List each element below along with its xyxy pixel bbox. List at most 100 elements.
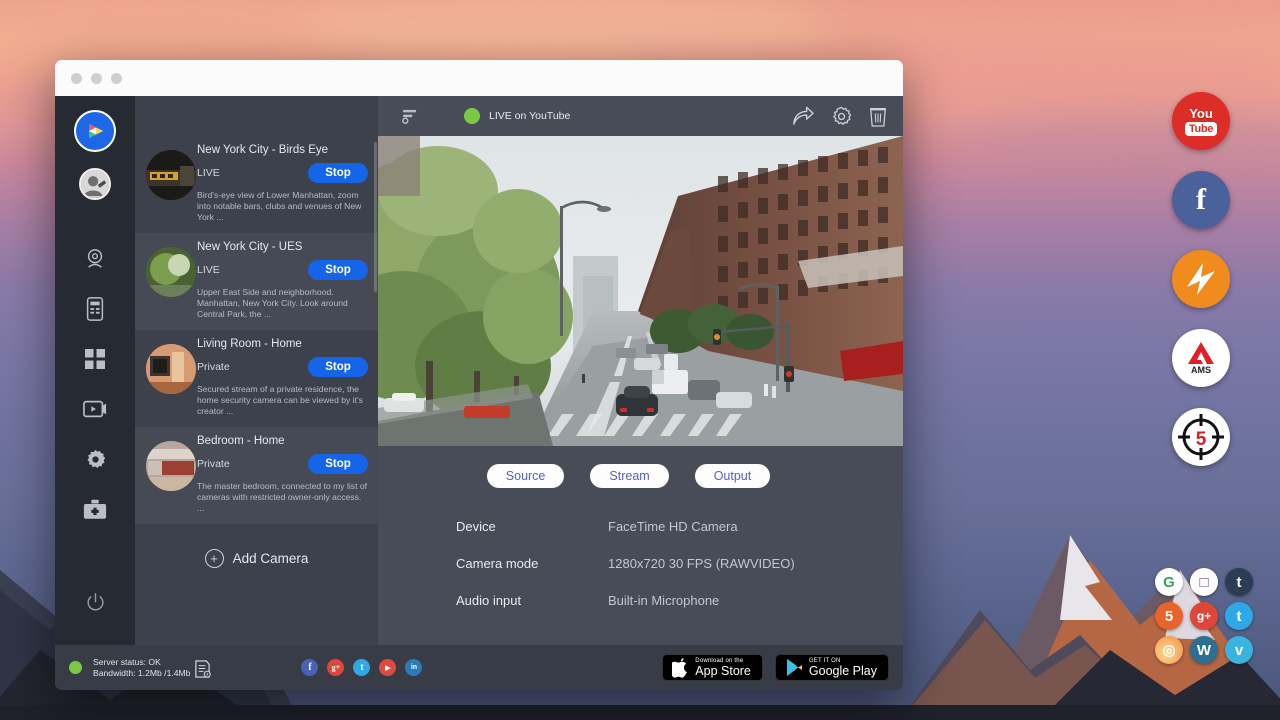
social-youtube[interactable]: ▶ [379, 659, 396, 676]
desktop-grid-icon-gumroad[interactable]: G [1155, 568, 1183, 596]
sidebar-item-player[interactable] [75, 384, 115, 434]
google-plus-glyph: g+ [332, 663, 341, 672]
camera-action-button[interactable]: Stop [308, 357, 368, 377]
sidebar-item-cameras[interactable] [75, 234, 115, 284]
app-store-badge[interactable]: Download on the App Store [662, 654, 763, 681]
status-bar: Server status: OK Bandwidth: 1.2Mb /1.4M… [55, 645, 903, 690]
app-store-small-label: Download on the [695, 658, 751, 664]
desktop-icon-wowza[interactable] [1172, 250, 1230, 308]
window-minimize-button[interactable] [91, 73, 102, 84]
play-logo-icon [80, 116, 110, 146]
window-body: New York City - Birds Eye LIVE Stop Bird… [55, 96, 903, 645]
social-twitter[interactable]: t [353, 659, 370, 676]
desktop-icon-adobe-ams[interactable]: AMS [1172, 329, 1230, 387]
settings-button[interactable] [831, 106, 852, 127]
adobe-label: AMS [1191, 366, 1211, 375]
info-value-audio-input: Built-in Microphone [608, 593, 719, 608]
tab-output[interactable]: Output [695, 464, 771, 488]
camera-list-item[interactable]: New York City - Birds Eye LIVE Stop Bird… [135, 136, 378, 233]
sidebar-item-device[interactable] [75, 284, 115, 334]
add-camera-button[interactable]: + Add Camera [135, 527, 378, 589]
camera-status-row: LIVE Stop [197, 260, 368, 280]
facebook-glyph: f [308, 662, 311, 673]
apple-icon [672, 658, 689, 678]
desktop-service-grid: G □ t 5 g+ t ◎ W v [1152, 565, 1257, 667]
camera-list-item[interactable]: Living Room - Home Private Stop Secured … [135, 330, 378, 427]
camera-description: Upper East Side and neighborhood. Manhat… [197, 287, 368, 320]
desktop-grid-icon-google-plus-small[interactable]: g+ [1190, 602, 1218, 630]
desktop-grid-icon-red5-small[interactable]: 5 [1155, 602, 1183, 630]
live-status: LIVE on YouTube [464, 108, 570, 124]
add-camera-label: Add Camera [233, 551, 309, 566]
social-facebook[interactable]: f [301, 659, 318, 676]
google-plus-small-glyph: g+ [1197, 609, 1211, 623]
google-play-badge[interactable]: GET IT ON Google Play [775, 654, 889, 681]
toolbar-actions [792, 106, 887, 127]
app-window: New York City - Birds Eye LIVE Stop Bird… [55, 60, 903, 690]
thumbnail-ues-icon [146, 247, 196, 297]
desktop-grid-icon-wordpress[interactable]: W [1190, 636, 1218, 664]
desktop-icon-youtube[interactable]: You Tube [1172, 92, 1230, 150]
desktop-grid-icon-instagram[interactable]: ◎ [1155, 636, 1183, 664]
log-button[interactable] [194, 660, 211, 683]
sidebar-item-dashboard[interactable] [75, 334, 115, 384]
server-status-line: Server status: OK [93, 657, 190, 668]
app-store-big-label: App Store [695, 665, 751, 678]
webcam-icon [84, 248, 106, 270]
camera-status-row: Private Stop [197, 454, 368, 474]
camera-action-button[interactable]: Stop [308, 163, 368, 183]
twitter-glyph: t [360, 662, 363, 673]
video-preview[interactable] [378, 136, 903, 446]
tab-source[interactable]: Source [487, 464, 565, 488]
linkedin-glyph: in [411, 664, 417, 671]
power-icon [86, 593, 105, 612]
youtube-label-bottom: Tube [1185, 122, 1217, 136]
social-linkedin[interactable]: in [405, 659, 422, 676]
desktop-grid-icon-twitter-small[interactable]: t [1225, 602, 1253, 630]
thumbnail-bedroom-icon [146, 441, 196, 491]
tablet-device-icon [85, 297, 105, 321]
app-store-text: Download on the App Store [695, 658, 751, 678]
cloud [950, 110, 1280, 170]
server-status-text: Server status: OK Bandwidth: 1.2Mb /1.4M… [93, 657, 190, 679]
camera-title: Living Room - Home [197, 338, 368, 350]
sort-filter-button[interactable] [378, 108, 442, 125]
camera-list-item[interactable]: Bedroom - Home Private Stop The master b… [135, 427, 378, 524]
desktop-icon-facebook[interactable]: f [1172, 171, 1230, 229]
tab-stream[interactable]: Stream [590, 464, 668, 488]
camera-thumbnail [146, 344, 196, 394]
social-google-plus[interactable]: g+ [327, 659, 344, 676]
delete-button[interactable] [869, 106, 887, 127]
camera-action-button[interactable]: Stop [308, 260, 368, 280]
sidebar-item-settings[interactable] [75, 434, 115, 484]
sidebar-item-power[interactable] [75, 577, 115, 627]
camera-list-scrollbar[interactable] [374, 142, 377, 292]
desktop-grid-icon-twitch[interactable]: □ [1190, 568, 1218, 596]
desktop-grid-icon-tumblr[interactable]: t [1225, 568, 1253, 596]
sidebar-item-support[interactable] [75, 484, 115, 534]
app-logo-icon[interactable] [74, 110, 116, 152]
crosshair-target-icon: 5 [1176, 412, 1226, 462]
bandwidth-line: Bandwidth: 1.2Mb /1.4Mb [93, 668, 190, 679]
avatar-icon [81, 169, 109, 199]
log-document-icon [194, 660, 211, 678]
desktop-icon-red5[interactable]: 5 [1172, 408, 1230, 466]
camera-status-row: Private Stop [197, 357, 368, 377]
user-avatar[interactable] [79, 168, 111, 200]
gumroad-glyph: G [1163, 574, 1175, 591]
window-titlebar [55, 60, 903, 96]
window-close-button[interactable] [71, 73, 82, 84]
desktop-grid-icon-vimeo[interactable]: v [1225, 636, 1253, 664]
camera-list-panel: New York City - Birds Eye LIVE Stop Bird… [135, 96, 378, 645]
camera-list-item[interactable]: New York City, Subway Offline Start New … [135, 524, 378, 527]
camera-description: Secured stream of a private residence, t… [197, 384, 368, 417]
sidebar-rail [55, 96, 135, 645]
camera-list-item[interactable]: New York City - UES LIVE Stop Upper East… [135, 233, 378, 330]
camera-action-button[interactable]: Stop [308, 454, 368, 474]
window-maximize-button[interactable] [111, 73, 122, 84]
camera-thumbnail [146, 441, 196, 491]
desktop-icon-column: You Tube f AMS [1172, 92, 1230, 466]
share-button[interactable] [792, 106, 814, 126]
camera-list[interactable]: New York City - Birds Eye LIVE Stop Bird… [135, 136, 378, 527]
instagram-glyph: ◎ [1162, 641, 1175, 659]
